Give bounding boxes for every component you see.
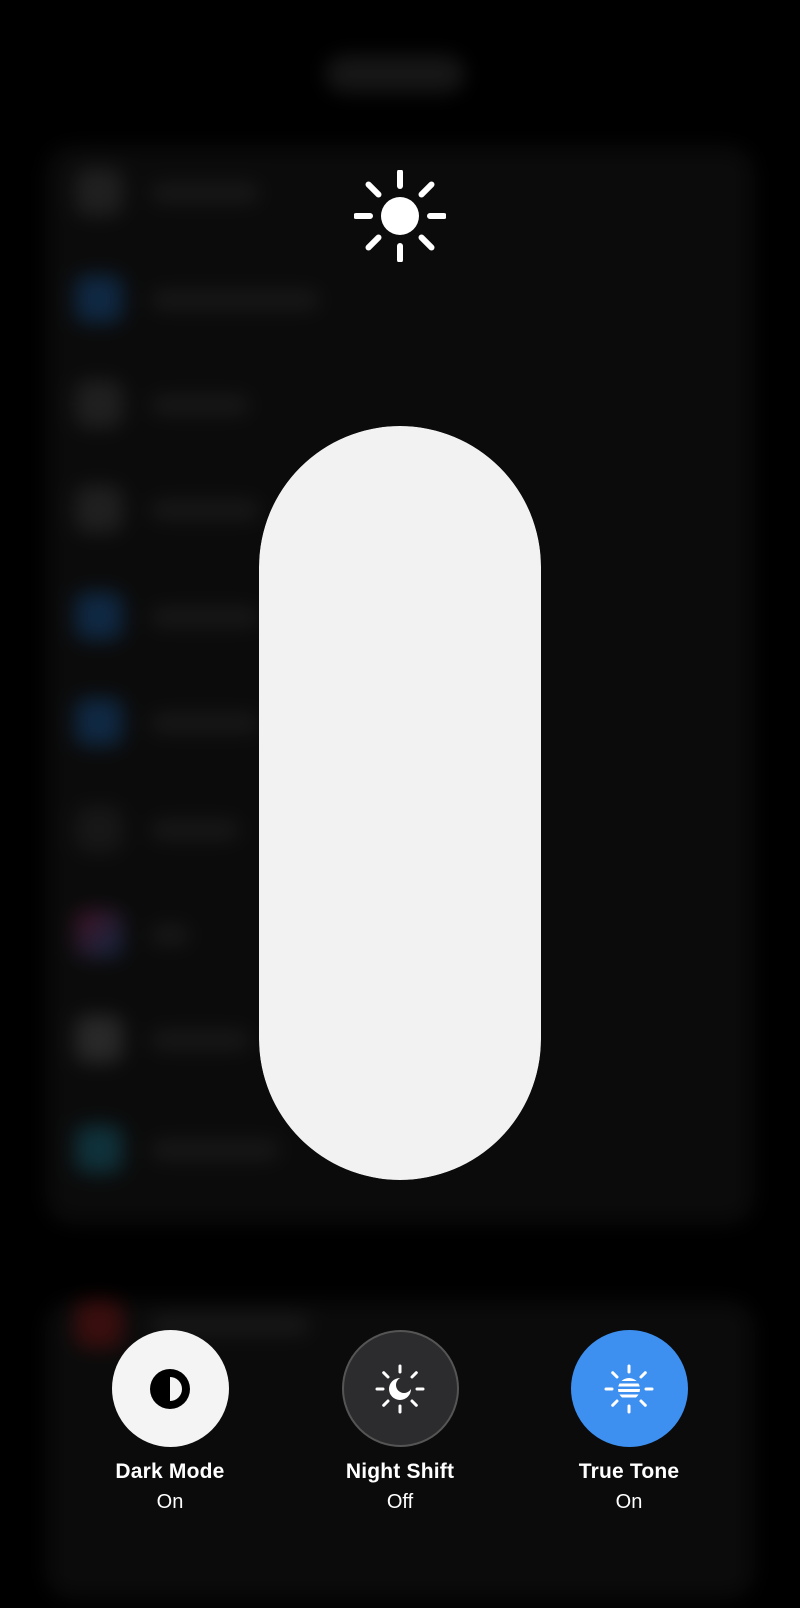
true-tone-toggle[interactable]: True Tone On	[529, 1330, 729, 1514]
true-tone-button[interactable]	[570, 1330, 688, 1447]
brightness-slider-fill	[259, 426, 541, 1180]
dark-mode-state: On	[156, 1491, 184, 1513]
true-tone-state: On	[615, 1491, 643, 1513]
night-shift-label: Night Shift	[345, 1460, 455, 1483]
blurred-row	[75, 275, 725, 325]
true-tone-label: True Tone	[578, 1460, 680, 1483]
night-shift-button[interactable]	[341, 1330, 459, 1447]
true-tone-icon	[604, 1364, 654, 1413]
dark-mode-icon	[150, 1368, 190, 1409]
dark-mode-button[interactable]	[111, 1330, 229, 1447]
night-shift-toggle[interactable]: Night Shift Off	[300, 1330, 500, 1514]
night-shift-icon	[375, 1364, 425, 1413]
night-shift-state: Off	[386, 1491, 414, 1513]
dark-mode-toggle[interactable]: Dark Mode On	[70, 1330, 270, 1514]
brightness-slider[interactable]	[259, 426, 541, 1180]
brightness-sun-icon	[354, 170, 446, 262]
blurred-title	[325, 55, 465, 93]
dark-mode-label: Dark Mode	[115, 1460, 225, 1483]
blurred-row	[75, 380, 725, 430]
